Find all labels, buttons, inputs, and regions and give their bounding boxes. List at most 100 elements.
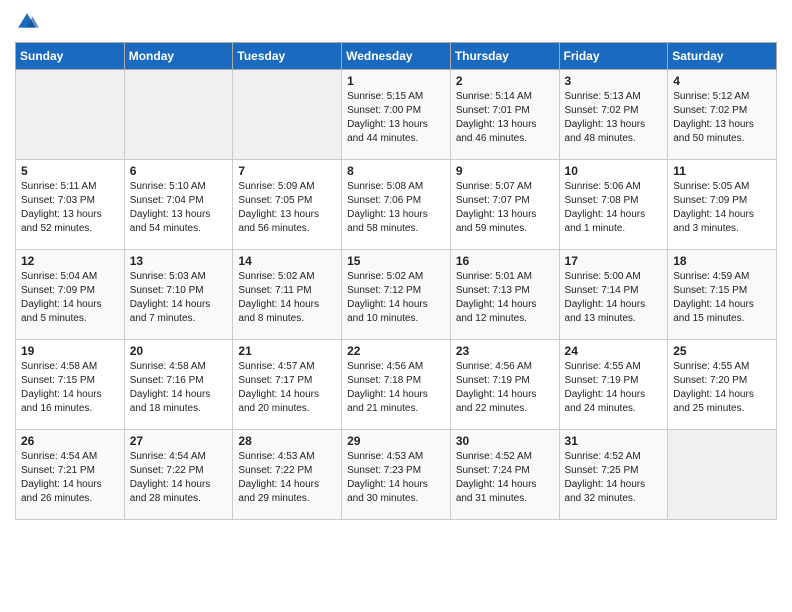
logo: [15, 10, 41, 34]
cell-text: Sunset: 7:11 PM: [238, 284, 336, 298]
cell-text: and 20 minutes.: [238, 402, 336, 416]
calendar-cell: 23Sunrise: 4:56 AMSunset: 7:19 PMDayligh…: [450, 340, 559, 430]
day-number: 11: [673, 164, 771, 178]
cell-text: Sunrise: 4:56 AM: [347, 360, 445, 374]
cell-text: Sunrise: 5:12 AM: [673, 90, 771, 104]
calendar-cell: 11Sunrise: 5:05 AMSunset: 7:09 PMDayligh…: [668, 160, 777, 250]
cell-text: Daylight: 14 hours: [21, 298, 119, 312]
calendar-cell: 3Sunrise: 5:13 AMSunset: 7:02 PMDaylight…: [559, 70, 668, 160]
weekday-header-tuesday: Tuesday: [233, 43, 342, 70]
cell-text: and 31 minutes.: [456, 492, 554, 506]
calendar-cell: [668, 430, 777, 520]
cell-text: Sunset: 7:16 PM: [130, 374, 228, 388]
cell-text: Sunset: 7:05 PM: [238, 194, 336, 208]
calendar-cell: 4Sunrise: 5:12 AMSunset: 7:02 PMDaylight…: [668, 70, 777, 160]
cell-text: Sunrise: 5:07 AM: [456, 180, 554, 194]
cell-text: and 54 minutes.: [130, 222, 228, 236]
cell-text: and 21 minutes.: [347, 402, 445, 416]
cell-text: Sunrise: 5:08 AM: [347, 180, 445, 194]
cell-text: Sunrise: 5:14 AM: [456, 90, 554, 104]
cell-text: Sunrise: 5:02 AM: [238, 270, 336, 284]
cell-text: Daylight: 14 hours: [565, 388, 663, 402]
cell-text: Sunrise: 4:52 AM: [565, 450, 663, 464]
day-number: 20: [130, 344, 228, 358]
day-number: 29: [347, 434, 445, 448]
day-number: 16: [456, 254, 554, 268]
cell-text: Sunrise: 5:01 AM: [456, 270, 554, 284]
cell-text: Sunrise: 4:54 AM: [130, 450, 228, 464]
day-number: 24: [565, 344, 663, 358]
cell-text: Sunrise: 4:55 AM: [673, 360, 771, 374]
cell-text: Sunrise: 5:09 AM: [238, 180, 336, 194]
day-number: 4: [673, 74, 771, 88]
cell-text: Sunrise: 5:15 AM: [347, 90, 445, 104]
calendar-cell: 8Sunrise: 5:08 AMSunset: 7:06 PMDaylight…: [342, 160, 451, 250]
cell-text: Sunrise: 4:58 AM: [21, 360, 119, 374]
cell-text: Daylight: 13 hours: [347, 208, 445, 222]
cell-text: Daylight: 14 hours: [130, 478, 228, 492]
day-number: 3: [565, 74, 663, 88]
cell-text: Sunset: 7:21 PM: [21, 464, 119, 478]
calendar-cell: 29Sunrise: 4:53 AMSunset: 7:23 PMDayligh…: [342, 430, 451, 520]
cell-text: Daylight: 13 hours: [21, 208, 119, 222]
cell-text: Daylight: 14 hours: [238, 298, 336, 312]
cell-text: Daylight: 14 hours: [565, 208, 663, 222]
day-number: 8: [347, 164, 445, 178]
cell-text: and 10 minutes.: [347, 312, 445, 326]
cell-text: Sunset: 7:14 PM: [565, 284, 663, 298]
logo-icon: [15, 10, 39, 34]
day-number: 10: [565, 164, 663, 178]
calendar-cell: 5Sunrise: 5:11 AMSunset: 7:03 PMDaylight…: [16, 160, 125, 250]
cell-text: and 32 minutes.: [565, 492, 663, 506]
day-number: 21: [238, 344, 336, 358]
cell-text: and 15 minutes.: [673, 312, 771, 326]
weekday-header-sunday: Sunday: [16, 43, 125, 70]
weekday-header-friday: Friday: [559, 43, 668, 70]
cell-text: Sunset: 7:13 PM: [456, 284, 554, 298]
cell-text: and 12 minutes.: [456, 312, 554, 326]
day-number: 12: [21, 254, 119, 268]
cell-text: and 13 minutes.: [565, 312, 663, 326]
day-number: 30: [456, 434, 554, 448]
cell-text: Sunrise: 4:58 AM: [130, 360, 228, 374]
calendar-cell: 30Sunrise: 4:52 AMSunset: 7:24 PMDayligh…: [450, 430, 559, 520]
cell-text: Daylight: 13 hours: [238, 208, 336, 222]
calendar-week-row: 26Sunrise: 4:54 AMSunset: 7:21 PMDayligh…: [16, 430, 777, 520]
cell-text: Sunset: 7:04 PM: [130, 194, 228, 208]
calendar-cell: 12Sunrise: 5:04 AMSunset: 7:09 PMDayligh…: [16, 250, 125, 340]
cell-text: Daylight: 14 hours: [673, 208, 771, 222]
day-number: 7: [238, 164, 336, 178]
day-number: 14: [238, 254, 336, 268]
cell-text: and 28 minutes.: [130, 492, 228, 506]
calendar-week-row: 19Sunrise: 4:58 AMSunset: 7:15 PMDayligh…: [16, 340, 777, 430]
cell-text: and 3 minutes.: [673, 222, 771, 236]
calendar-week-row: 12Sunrise: 5:04 AMSunset: 7:09 PMDayligh…: [16, 250, 777, 340]
weekday-header-saturday: Saturday: [668, 43, 777, 70]
day-number: 28: [238, 434, 336, 448]
calendar-cell: 31Sunrise: 4:52 AMSunset: 7:25 PMDayligh…: [559, 430, 668, 520]
day-number: 5: [21, 164, 119, 178]
cell-text: Daylight: 13 hours: [347, 118, 445, 132]
calendar-cell: 9Sunrise: 5:07 AMSunset: 7:07 PMDaylight…: [450, 160, 559, 250]
cell-text: Sunset: 7:22 PM: [238, 464, 336, 478]
weekday-header-thursday: Thursday: [450, 43, 559, 70]
cell-text: and 26 minutes.: [21, 492, 119, 506]
calendar-cell: 26Sunrise: 4:54 AMSunset: 7:21 PMDayligh…: [16, 430, 125, 520]
cell-text: Sunrise: 5:05 AM: [673, 180, 771, 194]
calendar-table: SundayMondayTuesdayWednesdayThursdayFrid…: [15, 42, 777, 520]
calendar-cell: 2Sunrise: 5:14 AMSunset: 7:01 PMDaylight…: [450, 70, 559, 160]
calendar-cell: [16, 70, 125, 160]
cell-text: Daylight: 14 hours: [565, 478, 663, 492]
cell-text: Daylight: 14 hours: [673, 388, 771, 402]
cell-text: Daylight: 14 hours: [238, 478, 336, 492]
calendar-cell: 15Sunrise: 5:02 AMSunset: 7:12 PMDayligh…: [342, 250, 451, 340]
cell-text: and 58 minutes.: [347, 222, 445, 236]
weekday-header-row: SundayMondayTuesdayWednesdayThursdayFrid…: [16, 43, 777, 70]
cell-text: Daylight: 14 hours: [21, 388, 119, 402]
calendar-cell: [233, 70, 342, 160]
cell-text: Daylight: 14 hours: [456, 298, 554, 312]
cell-text: and 18 minutes.: [130, 402, 228, 416]
calendar-cell: 17Sunrise: 5:00 AMSunset: 7:14 PMDayligh…: [559, 250, 668, 340]
cell-text: Daylight: 14 hours: [347, 478, 445, 492]
cell-text: Sunset: 7:09 PM: [21, 284, 119, 298]
